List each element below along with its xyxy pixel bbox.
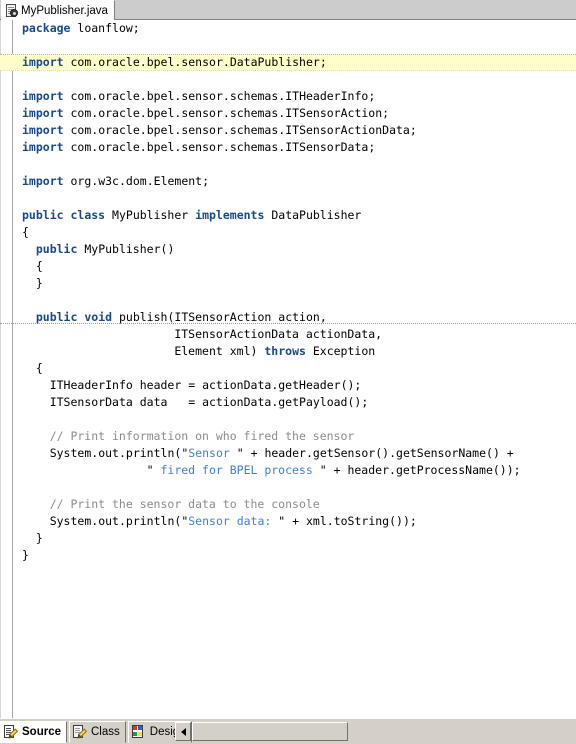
- code-line[interactable]: package loanflow;: [14, 20, 576, 37]
- view-tab-label: Class: [91, 726, 120, 738]
- code-line[interactable]: [14, 156, 576, 173]
- code-line[interactable]: System.out.println("Sensor data: " + xml…: [14, 513, 576, 530]
- document-tab-label: MyPublisher.java: [21, 4, 108, 17]
- view-tab-label: Source: [22, 726, 61, 738]
- code-line[interactable]: [14, 292, 576, 309]
- code-line[interactable]: import com.oracle.bpel.sensor.schemas.IT…: [14, 88, 576, 105]
- code-line[interactable]: public MyPublisher(): [14, 241, 576, 258]
- code-line[interactable]: [14, 37, 576, 54]
- java-file-icon: [5, 3, 19, 18]
- scroll-left-button[interactable]: [175, 722, 191, 741]
- code-text-area[interactable]: package loanflow; import com.oracle.bpel…: [14, 20, 576, 718]
- code-line[interactable]: // Print information on who fired the se…: [14, 428, 576, 445]
- code-line[interactable]: {: [14, 360, 576, 377]
- code-line[interactable]: import org.w3c.dom.Element;: [14, 173, 576, 190]
- code-line[interactable]: import com.oracle.bpel.sensor.DataPublis…: [14, 54, 576, 71]
- gutter-edge-line: [0, 20, 1, 718]
- java-source-editor-window: MyPublisher.java package loanflow; impor…: [0, 0, 576, 744]
- code-line[interactable]: ITSensorData data = actionData.getPayloa…: [14, 394, 576, 411]
- code-line[interactable]: import com.oracle.bpel.sensor.schemas.IT…: [14, 122, 576, 139]
- source-icon: [4, 725, 19, 741]
- view-tab-bar: Source Class Design: [0, 718, 576, 744]
- code-line[interactable]: }: [14, 530, 576, 547]
- view-tab-class[interactable]: Class: [69, 721, 126, 743]
- code-line[interactable]: " fired for BPEL process " + header.getP…: [14, 462, 576, 479]
- view-tab-source[interactable]: Source: [0, 721, 67, 743]
- code-line[interactable]: System.out.println("Sensor " + header.ge…: [14, 445, 576, 462]
- document-tab-strip: MyPublisher.java: [0, 0, 576, 20]
- code-line[interactable]: [14, 190, 576, 207]
- code-line[interactable]: ITSensorActionData actionData,: [14, 326, 576, 343]
- scroll-track[interactable]: [192, 722, 348, 741]
- code-line[interactable]: import com.oracle.bpel.sensor.schemas.IT…: [14, 139, 576, 156]
- code-line[interactable]: {: [14, 224, 576, 241]
- source-code[interactable]: package loanflow; import com.oracle.bpel…: [14, 20, 576, 564]
- class-icon: [73, 725, 88, 741]
- code-line[interactable]: Element xml) throws Exception: [14, 343, 576, 360]
- code-line[interactable]: }: [14, 547, 576, 564]
- code-line[interactable]: [14, 411, 576, 428]
- design-icon: [131, 725, 147, 739]
- code-line[interactable]: [14, 71, 576, 88]
- code-line[interactable]: }: [14, 275, 576, 292]
- code-editor[interactable]: package loanflow; import com.oracle.bpel…: [0, 20, 576, 718]
- code-line[interactable]: {: [14, 258, 576, 275]
- code-line[interactable]: ITHeaderInfo header = actionData.getHead…: [14, 377, 576, 394]
- code-line[interactable]: [14, 479, 576, 496]
- code-line[interactable]: public void publish(ITSensorAction actio…: [14, 309, 576, 326]
- horizontal-scrollbar[interactable]: [175, 722, 524, 741]
- code-line[interactable]: import com.oracle.bpel.sensor.schemas.IT…: [14, 105, 576, 122]
- code-line[interactable]: // Print the sensor data to the console: [14, 496, 576, 513]
- code-line[interactable]: public class MyPublisher implements Data…: [14, 207, 576, 224]
- view-tabs-group: Source Class Design: [0, 721, 194, 743]
- document-tab-mypublisher-java[interactable]: MyPublisher.java: [1, 0, 115, 20]
- editor-gutter[interactable]: [0, 20, 13, 718]
- left-arrow-icon: [180, 727, 186, 736]
